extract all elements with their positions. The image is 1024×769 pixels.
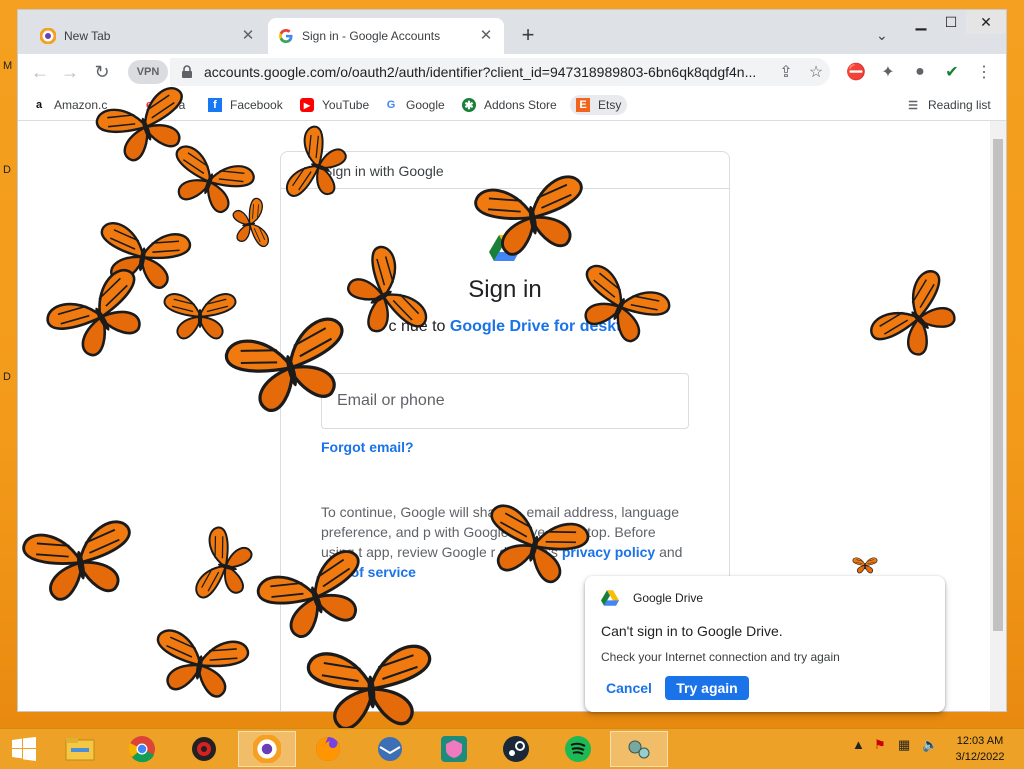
bookmark-addons-store[interactable]: ✱ Addons Store xyxy=(462,95,557,115)
reading-list-button[interactable]: ☰ Reading list xyxy=(906,95,991,115)
new-tab-plus-icon[interactable]: + xyxy=(516,24,540,48)
reading-list-label: Reading list xyxy=(928,98,991,112)
url-text: accounts.google.com/o/oauth2/auth/identi… xyxy=(204,64,757,80)
start-button[interactable] xyxy=(2,731,46,767)
taskbar-browser-active[interactable] xyxy=(238,731,296,767)
forgot-email-link[interactable]: Forgot email? xyxy=(321,439,414,455)
system-clock[interactable]: 12:03 AM 3/12/2022 xyxy=(945,733,1015,765)
google-drive-icon xyxy=(601,590,619,606)
tab-title: Sign in - Google Accounts xyxy=(302,29,441,43)
vertical-scrollbar[interactable] xyxy=(990,121,1006,711)
firefox-icon xyxy=(316,737,340,761)
taskbar-settings-app[interactable] xyxy=(610,731,668,767)
butterfly-overlay xyxy=(42,264,160,369)
volume-muted-icon[interactable]: 🔈 xyxy=(922,737,938,753)
close-tab-icon[interactable]: ✕ xyxy=(478,28,494,44)
google-g-icon: G xyxy=(386,99,396,111)
windows-logo-icon xyxy=(12,737,36,761)
cancel-button[interactable]: Cancel xyxy=(601,676,657,700)
notification-header: Google Drive xyxy=(601,590,703,606)
desktop-icon-label[interactable]: M xyxy=(3,60,12,72)
clock-time: 12:03 AM xyxy=(956,735,1004,747)
close-window-icon[interactable]: ✕ xyxy=(966,10,1006,34)
minimize-icon[interactable]: ▁ xyxy=(906,10,936,34)
shield-check-icon[interactable]: ✔ xyxy=(940,60,964,84)
browser-logo-icon xyxy=(40,28,56,44)
steam-icon xyxy=(503,736,529,762)
flag-alert-icon[interactable]: ⚑ xyxy=(874,737,886,753)
facebook-icon: f xyxy=(208,98,222,112)
clock-date: 3/12/2022 xyxy=(955,751,1005,763)
menu-kebab-icon[interactable]: ⋮ xyxy=(972,60,996,84)
adblock-extension-icon[interactable]: ⛔ xyxy=(844,60,868,84)
chrome-icon xyxy=(128,736,155,763)
address-bar[interactable]: accounts.google.com/o/oauth2/auth/identi… xyxy=(170,58,830,86)
try-again-button[interactable]: Try again xyxy=(665,676,749,700)
butterfly-overlay xyxy=(865,265,971,371)
forward-arrow-icon[interactable]: → xyxy=(58,60,82,84)
show-hidden-icons[interactable]: ▲ xyxy=(852,737,865,752)
butterfly-overlay xyxy=(566,261,674,352)
email-field[interactable]: Email or phone xyxy=(321,373,689,429)
butterfly-overlay xyxy=(20,518,140,606)
bookmark-label: Addons Store xyxy=(484,98,557,112)
notification-title: Can't sign in to Google Drive. xyxy=(601,623,783,639)
google-g-icon xyxy=(278,28,294,44)
taskbar-steam[interactable] xyxy=(494,731,538,767)
butterfly-overlay xyxy=(221,313,360,420)
lock-icon xyxy=(182,65,192,78)
maximize-icon[interactable]: ☐ xyxy=(936,10,966,34)
butterfly-overlay xyxy=(477,501,592,590)
back-arrow-icon[interactable]: ← xyxy=(28,60,52,84)
butterfly-overlay xyxy=(253,546,378,648)
addons-store-icon: ✱ xyxy=(462,98,476,112)
taskbar-mail[interactable] xyxy=(368,731,412,767)
bookmark-star-icon[interactable]: ☆ xyxy=(804,60,828,84)
desktop-icon-label[interactable]: D xyxy=(3,164,11,176)
extensions-puzzle-icon[interactable]: ✦ xyxy=(876,60,900,84)
tab-strip: New Tab ✕ Sign in - Google Accounts ✕ + … xyxy=(18,10,1006,54)
taskbar-vpn-app[interactable] xyxy=(432,731,476,767)
shield-app-icon xyxy=(441,736,467,762)
folder-icon xyxy=(65,738,95,761)
taskbar-app-red[interactable] xyxy=(182,731,226,767)
consent-and: and xyxy=(659,544,683,560)
notification-app-name: Google Drive xyxy=(633,591,704,605)
mail-bird-icon xyxy=(378,737,402,761)
scrollbar-thumb[interactable] xyxy=(993,139,1003,631)
close-tab-icon[interactable]: ✕ xyxy=(240,28,256,44)
notification-message: Check your Internet connection and try a… xyxy=(601,650,840,664)
tab-title: New Tab xyxy=(64,29,111,43)
reading-list-icon: ☰ xyxy=(908,99,918,112)
gear-app-icon xyxy=(192,737,216,761)
taskbar-firefox[interactable] xyxy=(306,731,350,767)
browser-logo-icon xyxy=(253,735,281,763)
etsy-icon: E xyxy=(576,98,590,112)
drive-error-notification: Google Drive Can't sign in to Google Dri… xyxy=(585,576,945,712)
share-icon[interactable]: ⇪ xyxy=(774,60,798,84)
butterfly-overlay xyxy=(148,627,251,702)
network-icon[interactable]: ▦ xyxy=(898,737,910,753)
butterfly-overlay xyxy=(305,643,437,733)
bookmark-google[interactable]: G Google xyxy=(384,95,445,115)
profile-avatar-icon[interactable]: ● xyxy=(908,60,932,84)
gears-icon xyxy=(628,740,650,759)
amazon-icon: a xyxy=(35,99,43,111)
tab-sign-in[interactable]: Sign in - Google Accounts ✕ xyxy=(268,18,504,54)
chevron-down-icon[interactable]: ⌄ xyxy=(876,27,888,44)
taskbar-spotify[interactable] xyxy=(556,731,600,767)
bookmark-label: Etsy xyxy=(598,98,622,112)
taskbar-chrome[interactable] xyxy=(120,731,164,767)
spotify-icon xyxy=(565,736,591,762)
taskbar-file-explorer[interactable] xyxy=(58,731,102,767)
desktop-icon-label[interactable]: D xyxy=(3,371,11,383)
taskbar: ▲ ⚑ ▦ 🔈 12:03 AM 3/12/2022 xyxy=(0,728,1024,769)
butterfly-overlay xyxy=(283,123,354,210)
bookmark-label: Google xyxy=(406,98,445,112)
bookmark-etsy[interactable]: E Etsy xyxy=(570,95,628,115)
tab-new-tab[interactable]: New Tab ✕ xyxy=(30,18,266,54)
